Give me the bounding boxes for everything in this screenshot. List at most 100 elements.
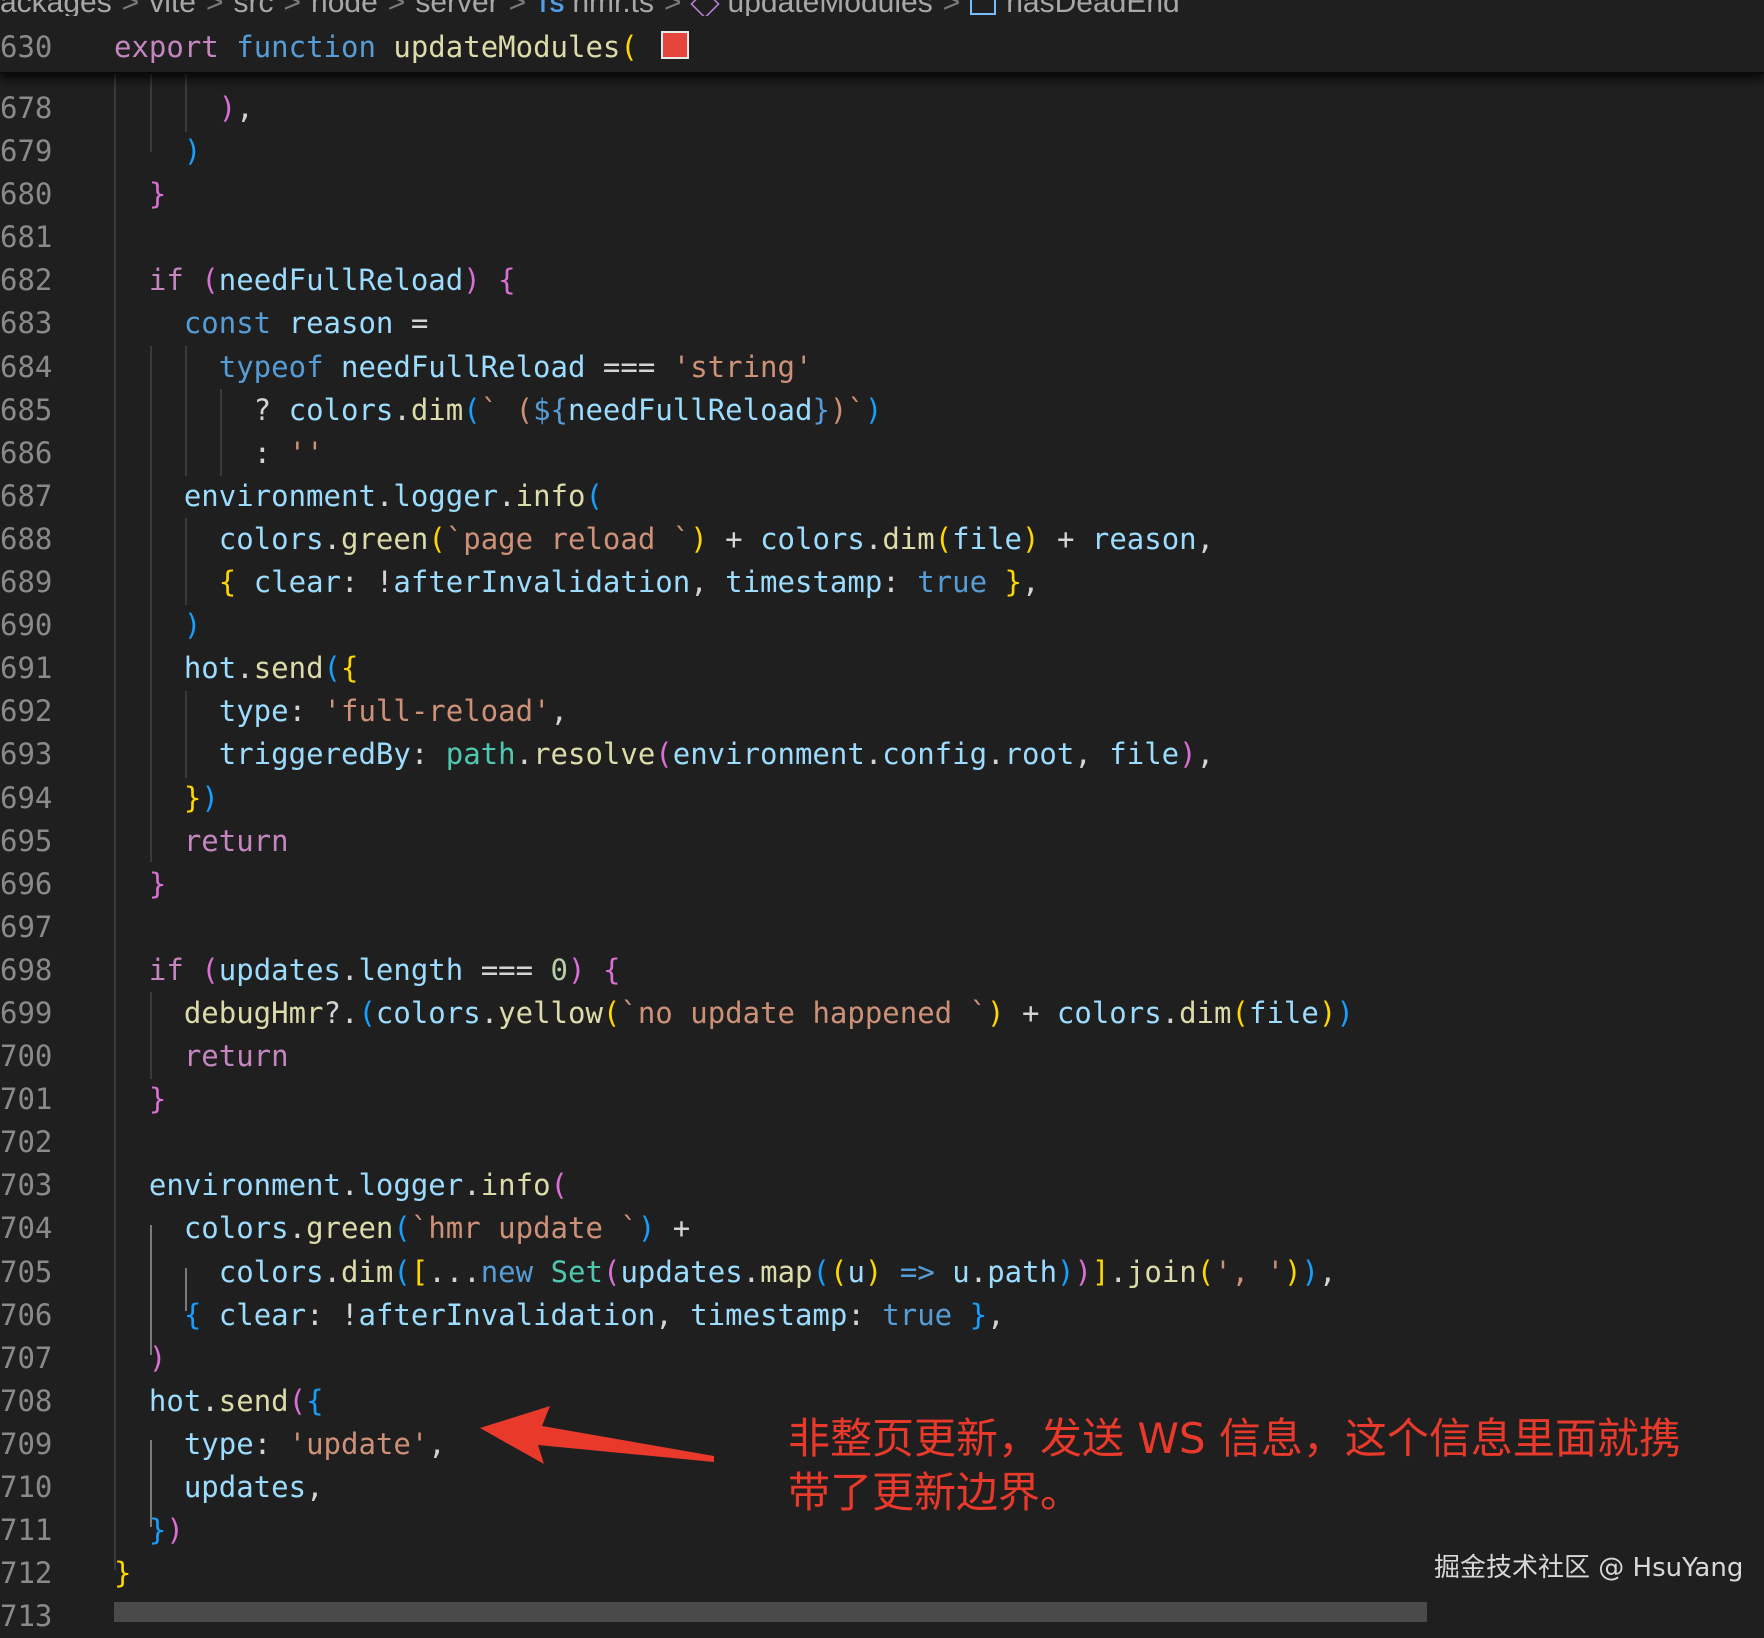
code-line[interactable]: 703 environment.logger.info(: [0, 1164, 1764, 1207]
line-number: 705: [0, 1254, 53, 1289]
code-line[interactable]: 706 { clear: !afterInvalidation, timesta…: [0, 1294, 1764, 1337]
breadcrumb-item-src[interactable]: src: [234, 0, 274, 16]
line-number: 713: [0, 1599, 53, 1634]
breadcrumb-separator: >: [509, 0, 527, 16]
code-line[interactable]: 686 : '': [0, 432, 1764, 475]
line-number: 692: [0, 694, 53, 729]
line-number: 688: [0, 521, 53, 556]
horizontal-scrollbar-thumb[interactable]: [114, 1602, 1427, 1622]
breadcrumb-separator: >: [664, 0, 682, 16]
line-number: 700: [0, 1039, 53, 1074]
line-number: 701: [0, 1082, 53, 1117]
code-text: colors.dim([...new Set(updates.map((u) =…: [218, 1254, 1337, 1289]
code-text: }: [148, 1082, 167, 1117]
code-line[interactable]: 695 return: [0, 820, 1764, 863]
code-line[interactable]: 702: [0, 1121, 1764, 1164]
line-number: 683: [0, 306, 53, 341]
code-editor[interactable]: 678 ), 679 ) 680 } 681 682 if (needFullR…: [0, 87, 1764, 1638]
code-text: environment.logger.info(: [148, 1168, 568, 1203]
code-line[interactable]: 689 { clear: !afterInvalidation, timesta…: [0, 561, 1764, 604]
line-number: 684: [0, 349, 53, 384]
code-line[interactable]: 705 colors.dim([...new Set(updates.map((…: [0, 1251, 1764, 1294]
code-line[interactable]: 682 if (needFullReload) {: [0, 259, 1764, 302]
code-line[interactable]: 681: [0, 216, 1764, 259]
code-text: updates,: [183, 1470, 324, 1504]
code-line[interactable]: 707 ): [0, 1337, 1764, 1380]
line-number: 707: [0, 1340, 53, 1375]
sticky-scroll-header[interactable]: 630 export function updateModules(: [0, 22, 1764, 74]
code-line[interactable]: 678 ),: [0, 87, 1764, 130]
line-number: 691: [0, 651, 53, 686]
code-line[interactable]: 698 if (updates.length === 0) {: [0, 949, 1764, 992]
code-line[interactable]: 680 }: [0, 173, 1764, 216]
code-line[interactable]: 704 colors.green(`hmr update `) +: [0, 1207, 1764, 1250]
breadcrumb-separator: >: [388, 0, 406, 16]
code-line[interactable]: 694 }): [0, 777, 1764, 820]
code-text: return: [183, 1039, 289, 1074]
code-line[interactable]: 699 debugHmr?.(colors.yellow(`no update …: [0, 992, 1764, 1035]
line-number: 630: [0, 30, 53, 64]
code-line[interactable]: 684 typeof needFullReload === 'string': [0, 346, 1764, 389]
code-text: ? colors.dim(` (${needFullReload})`): [114, 392, 883, 427]
code-text: }: [148, 866, 167, 901]
code-line[interactable]: 688 colors.green(`page reload `) + color…: [0, 518, 1764, 561]
code-text: ): [148, 1340, 167, 1375]
breadcrumb-item-variable[interactable]: hasDeadEnd: [1006, 0, 1179, 16]
code-line[interactable]: 685 ? colors.dim(` (${needFullReload})`): [0, 389, 1764, 432]
code-line[interactable]: 701 }: [0, 1078, 1764, 1121]
code-text: }: [148, 177, 167, 212]
code-text: }): [183, 780, 219, 815]
watermark: 掘金技术社区 @ HsuYang: [1434, 1553, 1744, 1583]
line-number: 680: [0, 177, 53, 212]
code-line[interactable]: 679 ): [0, 130, 1764, 173]
line-number: 694: [0, 780, 53, 815]
code-text: if (needFullReload) {: [148, 263, 516, 298]
code-line[interactable]: 690 ): [0, 604, 1764, 647]
line-number: 708: [0, 1383, 53, 1418]
breadcrumb-item-server[interactable]: server: [415, 0, 498, 16]
line-number: 693: [0, 737, 53, 772]
code-text: triggeredBy: path.resolve(environment.co…: [218, 737, 1215, 772]
code-line[interactable]: 697: [0, 906, 1764, 949]
code-text: return: [183, 823, 289, 858]
line-number: 697: [0, 909, 53, 944]
line-number: 689: [0, 565, 53, 600]
line-number: 685: [0, 392, 53, 427]
line-number: 710: [0, 1470, 53, 1504]
code-text: type: 'full-reload',: [218, 694, 568, 729]
line-number: 686: [0, 435, 53, 470]
line-number: 681: [0, 220, 53, 255]
code-text: ),: [218, 91, 254, 125]
code-line[interactable]: 700 return: [0, 1035, 1764, 1078]
breadcrumb-item-function[interactable]: updateModules: [728, 0, 933, 16]
breadcrumb-separator: >: [206, 0, 224, 16]
line-number: 698: [0, 952, 53, 987]
breadcrumb-item-file[interactable]: hmr.ts: [572, 0, 654, 16]
line-number: 704: [0, 1211, 53, 1246]
code-text: typeof needFullReload === 'string': [218, 349, 813, 384]
code-text: }): [148, 1513, 184, 1548]
breadcrumb-item-packages[interactable]: ackages: [0, 0, 112, 16]
code-text: ): [183, 608, 202, 643]
code-line[interactable]: 687 environment.logger.info(: [0, 475, 1764, 518]
code-text: colors.green(`hmr update `) +: [183, 1211, 691, 1246]
breadcrumb-separator: >: [122, 0, 140, 16]
code-text: const reason =: [183, 306, 429, 341]
line-number: 679: [0, 134, 53, 169]
code-text: ): [183, 134, 202, 169]
code-line[interactable]: 692 type: 'full-reload',: [0, 690, 1764, 733]
code-line[interactable]: 691 hot.send({: [0, 647, 1764, 690]
line-number: 696: [0, 866, 53, 901]
folded-params-marker[interactable]: [661, 31, 690, 59]
code-line[interactable]: 696 }: [0, 863, 1764, 906]
breadcrumb-item-node[interactable]: node: [311, 0, 378, 16]
line-number: 690: [0, 608, 53, 643]
breadcrumb-item-vite[interactable]: vite: [149, 0, 196, 16]
line-number: 706: [0, 1297, 53, 1332]
code-text: { clear: !afterInvalidation, timestamp: …: [218, 565, 1040, 600]
line-number: 711: [0, 1513, 53, 1548]
line-number: 678: [0, 91, 53, 125]
code-line[interactable]: 683 const reason =: [0, 302, 1764, 345]
breadcrumb: ackages > vite > src > node > server > TS hmr.ts > up…: [0, 0, 1764, 16]
code-line[interactable]: 693 triggeredBy: path.resolve(environmen…: [0, 733, 1764, 776]
